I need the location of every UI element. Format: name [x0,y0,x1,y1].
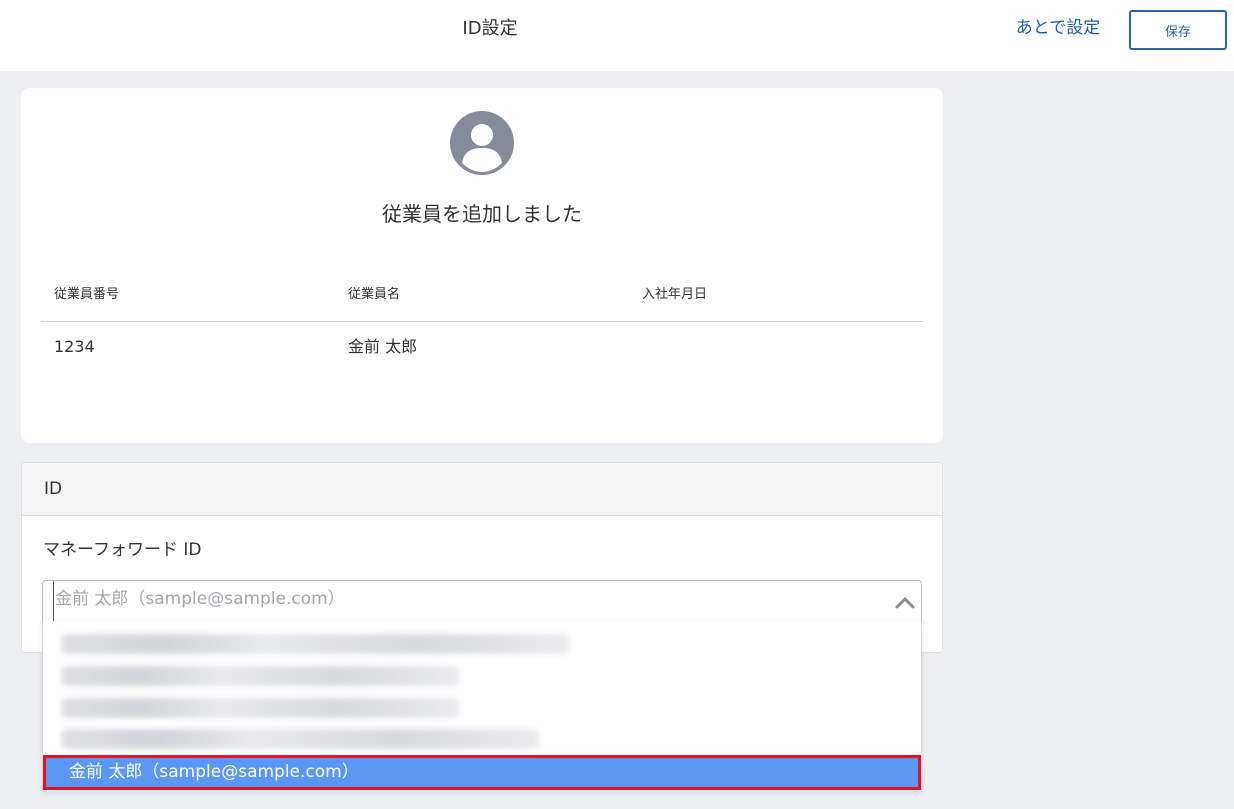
moneyforward-id-select[interactable]: 金前 太郎（sample@sample.com） [42,580,922,622]
user-circle-icon [450,111,514,175]
blurred-option[interactable] [61,666,459,686]
id-panel-header: ID [22,463,942,516]
set-later-link[interactable]: あとで設定 [1000,0,1116,57]
page-title: ID設定 [462,18,518,39]
blurred-option[interactable] [61,698,459,718]
save-button[interactable]: 保存 [1129,10,1227,50]
dropdown-option-selected[interactable]: 金前 太郎（sample@sample.com） [43,755,921,790]
column-header-employee-name: 従業員名 [348,287,401,302]
moneyforward-id-search-input[interactable]: 金前 太郎（sample@sample.com） [53,581,873,621]
employee-added-heading: 従業員を追加しました [382,202,582,226]
chevron-up-icon[interactable] [895,595,915,609]
employee-number-cell: 1234 [54,337,95,356]
column-header-join-date: 入社年月日 [642,287,708,302]
moneyforward-id-dropdown: 金前 太郎（sample@sample.com） [42,621,922,791]
blurred-option[interactable] [61,634,569,654]
moneyforward-id-label: マネーフォワード ID [43,540,202,560]
table-row: 1234 金前 太郎 [41,322,923,372]
blurred-option[interactable] [61,729,539,749]
employee-table-header: 従業員番号 従業員名 入社年月日 [41,280,923,322]
employee-added-card: 従業員を追加しました 従業員番号 従業員名 入社年月日 1234 金前 太郎 [21,88,943,443]
top-header: ID設定 あとで設定 保存 [0,0,1234,71]
employee-name-cell: 金前 太郎 [348,337,418,356]
column-header-employee-number: 従業員番号 [54,287,120,302]
